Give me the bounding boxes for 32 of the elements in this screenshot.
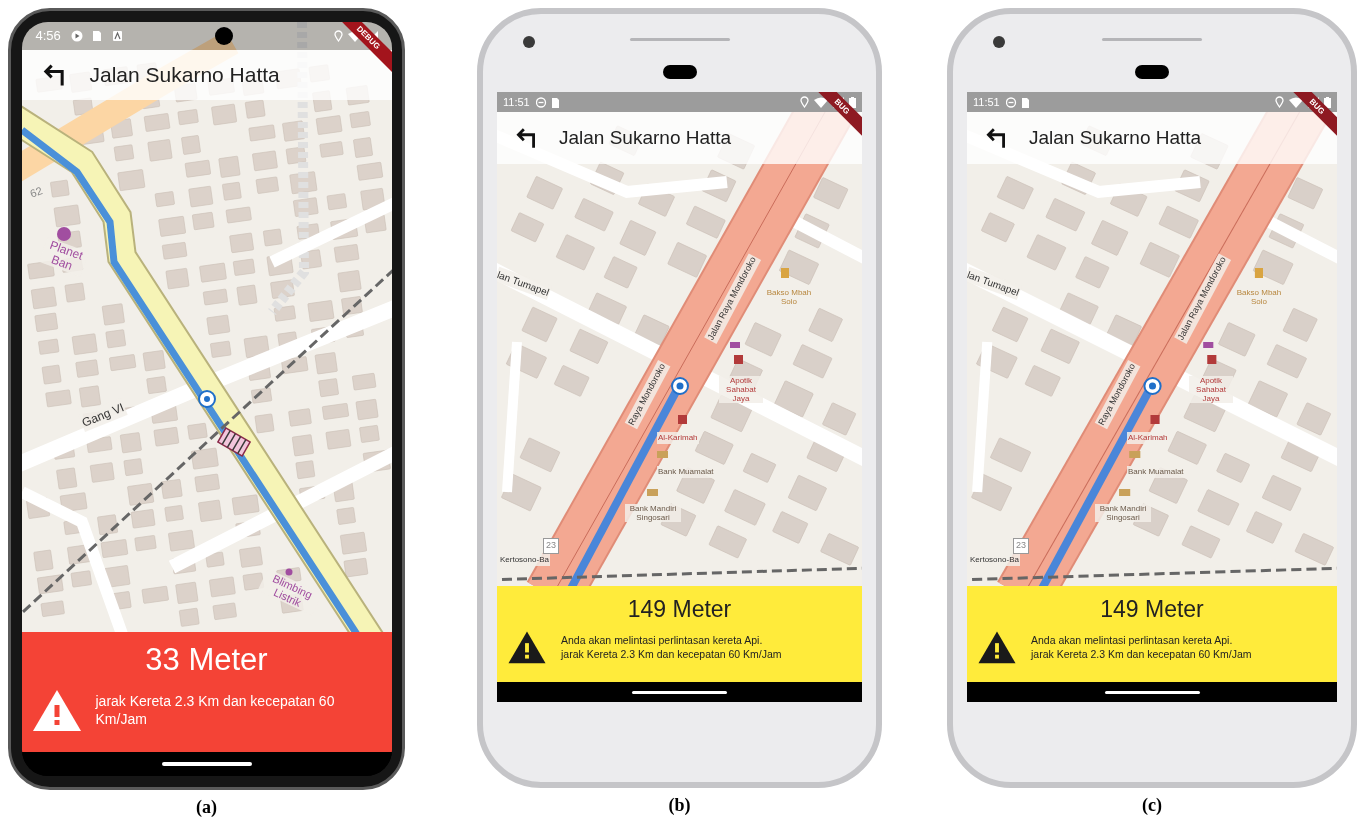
alert-message: jarak Kereta 2.3 Km dan kecepatan 60 Km/Jam: [95, 692, 336, 728]
place-label: Bank Muamalat: [1127, 466, 1185, 478]
place-label: Al-Karimah: [1127, 432, 1169, 444]
place-label: Bank Mandiri Singosari: [1095, 504, 1151, 522]
place-label: Bakso Mbah Solo: [1235, 288, 1283, 306]
alert-message: jarak Kereta 2.3 Km dan kecepatan 60 Km/Jam: [561, 647, 782, 661]
distance-text: 149 Meter: [627, 595, 732, 624]
figure-caption: (a): [196, 796, 217, 819]
figure-caption: (b): [668, 794, 691, 817]
road-number: 23: [1013, 538, 1029, 554]
place-label: Bank Mandiri Singosari: [625, 504, 681, 522]
alert-message: Anda akan melintasi perlintasan kereta Api.: [1031, 633, 1234, 647]
street-title: Jalan Sukarno Hatta: [1029, 125, 1202, 150]
road-number: 23: [543, 538, 559, 554]
place-label: Bakso Mbah Solo: [765, 288, 813, 306]
place-label: Bank Muamalat: [657, 466, 715, 478]
street-label: Kertosono-Ba: [499, 554, 550, 566]
status-time: 11:51: [973, 94, 1000, 110]
alert-message: jarak Kereta 2.3 Km dan kecepatan 60 Km/Jam: [1031, 647, 1252, 661]
street-title: Jalan Sukarno Hatta: [89, 62, 280, 89]
street-title: Jalan Sukarno Hatta: [559, 125, 732, 150]
figure-caption: (c): [1142, 794, 1162, 817]
alert-message: Anda akan melintasi perlintasan kereta Api.: [561, 633, 764, 647]
distance-text: 149 Meter: [1100, 595, 1204, 624]
place-label: Apotik Sahabat Jaya: [719, 376, 763, 403]
status-time: 11:51: [503, 94, 530, 110]
place-label: Al-Karimah: [657, 432, 699, 444]
distance-text: 33 Meter: [145, 641, 268, 679]
road-number: 62: [27, 183, 45, 202]
street-label: Kertosono-Ba: [969, 554, 1020, 566]
place-label: Apotik Sahabat Jaya: [1189, 376, 1233, 403]
status-time: 4:56: [35, 27, 61, 46]
